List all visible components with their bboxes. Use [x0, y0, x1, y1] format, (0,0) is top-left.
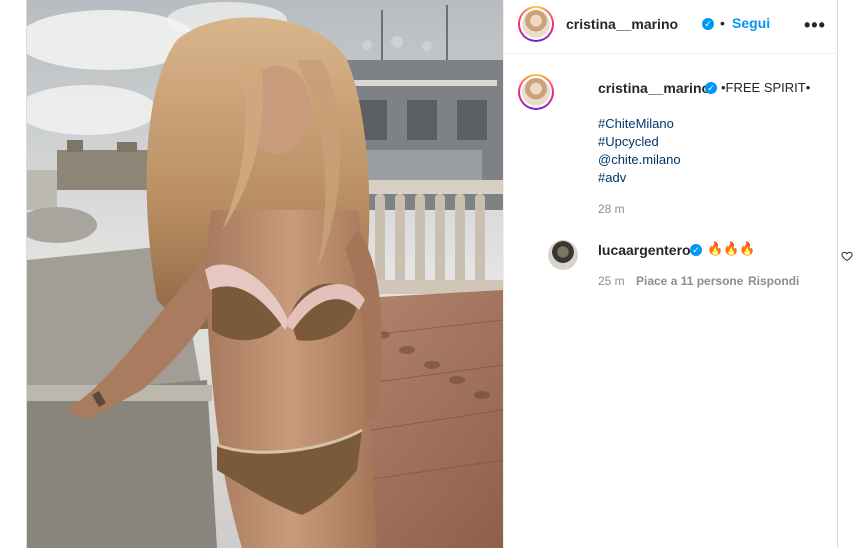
author-username[interactable]: cristina__marino	[566, 16, 678, 32]
author-avatar[interactable]	[518, 6, 554, 42]
hashtag-chitemilano[interactable]: #ChiteMilano	[598, 116, 674, 131]
caption-author-avatar[interactable]	[518, 74, 554, 110]
post-header: cristina__marino ✓ • Segui •••	[504, 0, 838, 54]
follow-button[interactable]: Segui	[732, 15, 770, 31]
caption-text: •FREE SPIRIT•	[721, 80, 811, 95]
more-options-icon[interactable]: •••	[804, 16, 826, 34]
caption-author-username[interactable]: cristina__marino	[598, 80, 710, 96]
comment-timestamp[interactable]: 25 m	[598, 274, 625, 288]
post-dialog: cristina__marino ✓ • Segui ••• cristina_…	[26, 0, 853, 548]
photo-artwork	[27, 0, 503, 548]
comment-likes[interactable]: Piace a 11 persone	[636, 274, 743, 288]
heart-outline-icon[interactable]	[841, 250, 853, 262]
commenter-verified-badge-icon: ✓	[690, 244, 702, 256]
comment-text: 🔥🔥🔥	[707, 241, 756, 256]
reply-button[interactable]: Rispondi	[748, 274, 799, 288]
caption-timestamp[interactable]: 28 m	[598, 202, 625, 216]
commenter-avatar[interactable]	[548, 240, 578, 270]
mention-chite-milano[interactable]: @chite.milano	[598, 152, 681, 167]
post-sidebar: cristina__marino ✓ • Segui ••• cristina_…	[503, 0, 853, 548]
hashtag-upcycled[interactable]: #Upcycled	[598, 134, 659, 149]
verified-badge-icon: ✓	[702, 18, 714, 30]
separator-dot: •	[720, 15, 725, 31]
commenter-username[interactable]: lucaargentero	[598, 242, 691, 258]
caption-verified-badge-icon: ✓	[705, 82, 717, 94]
hashtag-adv[interactable]: #adv	[598, 170, 626, 185]
post-photo[interactable]	[27, 0, 503, 548]
